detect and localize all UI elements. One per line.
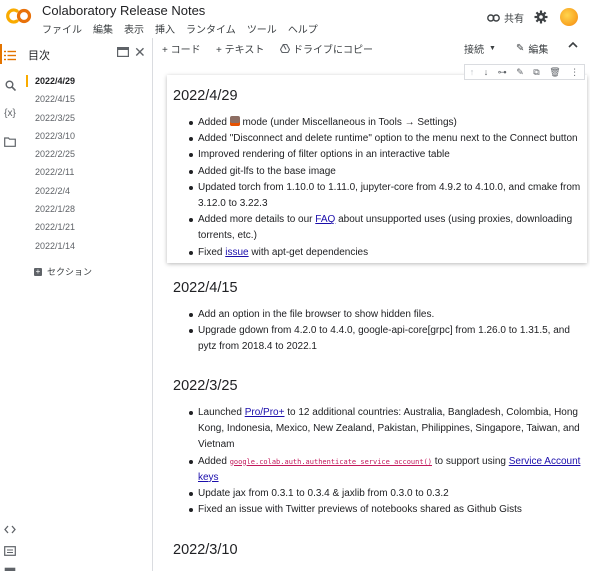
search-icon[interactable] — [3, 78, 17, 92]
share-label: 共有 — [504, 14, 524, 25]
toc-icon[interactable] — [3, 48, 17, 62]
colab-logo-icon[interactable] — [6, 6, 34, 26]
text-cell[interactable]: 2022/4/15 Add an option in the file brow… — [173, 280, 585, 356]
list-item: Added git-lfs to the base image — [189, 164, 585, 180]
menu-view[interactable]: 表示 — [124, 21, 144, 36]
list-item: Add an option in the file browser to sho… — [189, 307, 585, 323]
pencil-icon: ✎ — [516, 43, 525, 54]
toc-item[interactable]: 2022/4/15 — [22, 90, 152, 108]
code-snippets-icon[interactable] — [3, 522, 17, 536]
text-cell[interactable]: 2022/3/10 — [173, 542, 585, 558]
menu-file[interactable]: ファイル — [42, 21, 82, 36]
toc-item[interactable]: 2022/1/28 — [22, 200, 152, 218]
code-reference-link[interactable]: google.colab.auth.authenticate_service_a… — [230, 458, 432, 466]
drive-icon — [280, 44, 290, 53]
faq-link[interactable]: FAQ — [315, 214, 335, 225]
menu-tools[interactable]: ツール — [247, 21, 277, 36]
more-options-icon[interactable]: ⋮ — [570, 67, 579, 78]
folder-icon[interactable] — [3, 135, 17, 149]
toc-item[interactable]: 2022/3/25 — [22, 109, 152, 127]
add-text-button[interactable]: + テキスト — [216, 41, 264, 56]
notebook-content: ↑ ↓ ⊶ ✎ ⧉ 🗑 ⋮ 2022/4/29 Added mode (unde… — [154, 58, 590, 571]
plus-icon: + — [34, 266, 42, 276]
connect-button[interactable]: 接続 ▼ — [464, 41, 496, 56]
chevron-up-icon[interactable] — [568, 41, 578, 52]
list-item: Added google.colab.auth.authenticate_ser… — [189, 454, 585, 486]
connect-label: 接続 — [464, 45, 484, 56]
move-up-icon[interactable]: ↑ — [470, 67, 475, 77]
menu-help[interactable]: ヘルプ — [288, 21, 318, 36]
text-cell[interactable]: 2022/4/29 Added mode (under Miscellaneou… — [173, 88, 585, 261]
rail-active-indicator — [0, 44, 2, 64]
menu-runtime[interactable]: ランタイム — [186, 21, 236, 36]
terminal-icon[interactable] — [3, 564, 17, 571]
toc-item[interactable]: 2022/1/21 — [22, 218, 152, 236]
menu-edit[interactable]: 編集 — [93, 21, 113, 36]
add-section-label: セクション — [47, 267, 93, 277]
share-button[interactable]: 共有 — [487, 10, 524, 25]
move-down-icon[interactable]: ↓ — [484, 67, 489, 77]
add-text-label: + テキスト — [216, 45, 265, 56]
list-item: Fixed issue with apt-get dependencies — [189, 245, 585, 261]
menu-bar: ファイル 編集 表示 挿入 ランタイム ツール ヘルプ — [42, 21, 318, 36]
edit-label: 編集 — [528, 45, 549, 56]
toc-title: 目次 — [28, 50, 50, 62]
link-to-cell-icon[interactable]: ⊶ — [498, 67, 507, 78]
list-item: Upgrade gdown from 4.2.0 to 4.4.0, googl… — [189, 323, 585, 355]
pro-link[interactable]: Pro/Pro+ — [245, 407, 285, 418]
toc-item[interactable]: 2022/2/25 — [22, 145, 152, 163]
table-of-contents-panel: 目次 ✕ 2022/4/29 2022/4/15 2022/3/25 2022/… — [22, 38, 153, 571]
list-item: Updated torch from 1.10.0 to 1.11.0, jup… — [189, 180, 585, 212]
command-palette-icon[interactable] — [3, 544, 17, 558]
bullet-list: Add an option in the file browser to sho… — [189, 307, 585, 356]
issue-link[interactable]: issue — [225, 247, 248, 258]
list-item: Added more details to our FAQ about unsu… — [189, 212, 585, 244]
list-item: Launched Pro/Pro+ to 12 additional count… — [189, 405, 585, 454]
list-item: Added "Disconnect and delete runtime" op… — [189, 131, 585, 147]
toc-item[interactable]: 2022/2/11 — [22, 163, 152, 181]
open-in-tab-icon[interactable] — [117, 47, 129, 57]
avatar[interactable] — [560, 8, 578, 26]
list-item: Update jax from 0.3.1 to 0.3.4 & jaxlib … — [189, 486, 585, 502]
mirror-cell-icon[interactable]: ⧉ — [533, 67, 539, 78]
caret-down-icon: ▼ — [489, 45, 496, 52]
toc-item[interactable]: 2022/3/10 — [22, 127, 152, 145]
corgi-emoji-icon — [229, 116, 240, 126]
copy-to-drive-button[interactable]: ドライブにコピー — [280, 41, 373, 56]
gear-icon[interactable] — [534, 10, 548, 24]
toc-item[interactable]: 2022/1/14 — [22, 237, 152, 255]
menu-insert[interactable]: 挿入 — [155, 21, 175, 36]
notebook-title[interactable]: Colaboratory Release Notes — [42, 3, 205, 18]
text-cell[interactable]: 2022/3/25 Launched Pro/Pro+ to 12 additi… — [173, 378, 585, 518]
add-code-label: + コード — [162, 45, 201, 56]
cell-heading: 2022/3/10 — [173, 542, 238, 558]
variables-icon[interactable]: {x} — [3, 106, 17, 120]
delete-icon[interactable]: 🗑 — [549, 67, 560, 78]
toc-list: 2022/4/29 2022/4/15 2022/3/25 2022/3/10 … — [22, 72, 152, 255]
add-section-button[interactable]: + セクション — [34, 265, 92, 278]
cell-toolbar: ↑ ↓ ⊶ ✎ ⧉ 🗑 ⋮ — [464, 64, 585, 80]
side-rail: {x} — [0, 38, 22, 571]
toc-item[interactable]: 2022/4/29 — [22, 72, 152, 90]
edit-cell-icon[interactable]: ✎ — [516, 67, 524, 78]
app-header: Colaboratory Release Notes ファイル 編集 表示 挿入… — [0, 0, 590, 38]
cell-heading: 2022/4/15 — [173, 280, 238, 296]
bullet-list: Added mode (under Miscellaneous in Tools… — [189, 115, 585, 261]
copy-to-drive-label: ドライブにコピー — [293, 45, 373, 56]
close-icon[interactable]: ✕ — [134, 45, 146, 59]
cell-heading: 2022/4/29 — [173, 88, 238, 104]
bullet-list: Launched Pro/Pro+ to 12 additional count… — [189, 405, 585, 518]
toc-item[interactable]: 2022/2/4 — [22, 182, 152, 200]
cell-heading: 2022/3/25 — [173, 378, 238, 394]
link-icon — [487, 13, 500, 22]
list-item: Improved rendering of filter options in … — [189, 147, 585, 163]
add-code-button[interactable]: + コード — [162, 41, 201, 56]
list-item: Added mode (under Miscellaneous in Tools… — [189, 115, 585, 131]
edit-mode-button[interactable]: ✎ 編集 — [516, 41, 548, 56]
list-item: Fixed an issue with Twitter previews of … — [189, 502, 585, 518]
